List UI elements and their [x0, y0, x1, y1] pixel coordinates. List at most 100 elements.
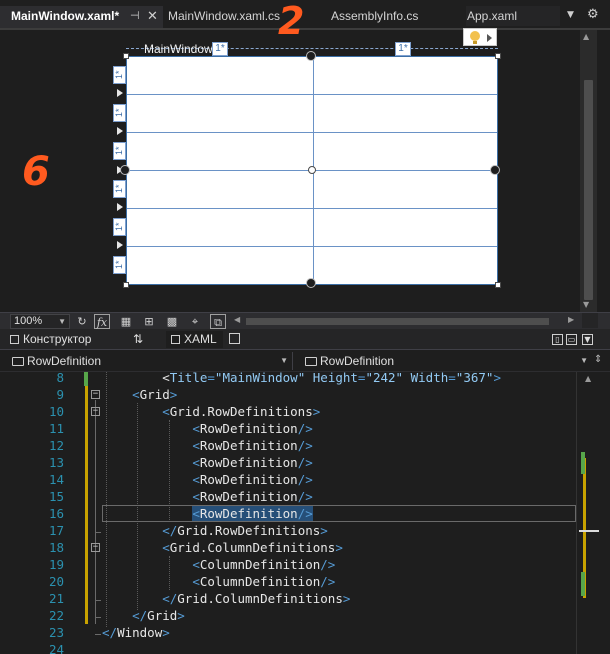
tab-assemblyinfo-cs[interactable]: AssemblyInfo.cs [331, 6, 418, 26]
code-vertical-scrollbar[interactable]: ▲ [576, 372, 599, 654]
fold-end [95, 634, 101, 635]
designer-horizontal-scrollbar[interactable]: ◀ ▶ [232, 315, 577, 327]
code-token: < [192, 455, 200, 470]
saved-change-marker [84, 372, 88, 386]
resize-handle[interactable] [123, 53, 129, 59]
popout-xaml-icon[interactable] [229, 333, 240, 344]
scroll-thumb[interactable] [246, 318, 549, 325]
code-token: ColumnDefinition [199, 557, 321, 572]
code-token: > [342, 591, 351, 606]
center-handle[interactable] [308, 166, 316, 174]
row-size-1[interactable]: 1* [113, 66, 126, 84]
code-token: RowDefinition [199, 472, 298, 487]
row-size-2[interactable]: 1* [113, 104, 126, 122]
row-marker-icon[interactable] [117, 127, 123, 135]
row-size-5[interactable]: 1* [113, 218, 126, 236]
code-token: < [162, 404, 170, 419]
line-number: 18 [48, 540, 64, 555]
top-anchor-grip-icon[interactable] [306, 51, 316, 61]
xaml-code-editor[interactable]: 8 9 10 11 12 13 14 15 16 17 18 19 20 21 … [0, 372, 610, 654]
gear-icon[interactable]: ⚙ [587, 7, 599, 22]
code-token: /> [297, 506, 313, 521]
code-line-20: <ColumnDefinition/> [102, 573, 335, 590]
code-token: < [192, 574, 200, 589]
collapse-pane-icon[interactable]: ▼ [582, 334, 593, 345]
line-number: 22 [48, 608, 64, 623]
element-icon [305, 357, 317, 366]
line-number: 14 [48, 472, 64, 487]
collapse-icon[interactable]: − [91, 543, 100, 552]
xaml-tab-label: XAML [184, 332, 217, 346]
code-token: "367" [455, 372, 494, 385]
scroll-left-icon[interactable]: ◀ [234, 315, 240, 324]
code-token: < [132, 387, 140, 402]
column-size-2[interactable]: 1* [395, 42, 411, 56]
tab-list-dropdown-icon[interactable]: ▼ [567, 10, 574, 20]
split-editor-icon[interactable]: ⇕ [594, 354, 602, 365]
grid-icon[interactable]: ▦ [118, 314, 134, 329]
scroll-thumb[interactable] [584, 80, 593, 300]
quick-actions-lightbulb-icon[interactable] [463, 28, 497, 46]
resize-handle[interactable] [495, 53, 501, 59]
resize-handle[interactable] [123, 282, 129, 288]
zoom-select[interactable]: 100% ▼ [10, 314, 70, 329]
row-marker-icon[interactable] [117, 241, 123, 249]
scroll-down-icon[interactable]: ▼ [583, 300, 589, 309]
code-token: Width [410, 372, 449, 385]
row-size-3[interactable]: 1* [113, 142, 126, 160]
code-token: < [162, 540, 170, 555]
effects-toggle-button[interactable]: fx [94, 314, 110, 329]
close-icon[interactable]: ✕ [147, 6, 158, 26]
resize-handle[interactable] [495, 282, 501, 288]
code-token: > [177, 608, 185, 623]
left-anchor-grip-icon[interactable] [120, 165, 130, 175]
line-number: 10 [48, 404, 64, 419]
code-line-10: <Grid.RowDefinitions> [102, 403, 320, 420]
line-number: 24 [48, 642, 64, 654]
designer-toolbar: 100% ▼ ↻ fx ▦ ⊞ ▩ ⌖ ⧉ ◀ ▶ [0, 312, 610, 329]
tab-mainwindow-xaml-cs[interactable]: MainWindow.xaml.cs [168, 6, 280, 26]
caret-position-marker [579, 530, 599, 532]
right-anchor-grip-icon[interactable] [490, 165, 500, 175]
refresh-icon[interactable]: ↻ [74, 314, 90, 329]
vertical-split-icon[interactable]: ▯ [552, 334, 563, 345]
code-token: = [207, 372, 215, 385]
column-size-1[interactable]: 1* [212, 42, 228, 56]
grid-row-line [127, 208, 497, 209]
bottom-anchor-grip-icon[interactable] [306, 278, 316, 288]
code-token: /> [320, 557, 336, 572]
swap-panes-icon[interactable]: ⇅ [133, 332, 143, 346]
scroll-up-icon[interactable]: ▲ [583, 32, 589, 41]
snap-points-icon[interactable]: ⌖ [187, 314, 203, 329]
tab-app-xaml[interactable]: App.xaml [466, 6, 560, 26]
line-number: 16 [48, 506, 64, 521]
bulb-shape [470, 31, 480, 41]
grid-row-line [127, 246, 497, 247]
element-member-combo[interactable]: RowDefinition ▼ [292, 352, 592, 370]
pin-icon[interactable]: ⊣ [130, 6, 140, 26]
scrollbar-corner [582, 313, 598, 328]
designer-vertical-scrollbar[interactable]: ▲ ▼ [580, 30, 597, 312]
checkerboard-icon[interactable]: ▩ [164, 314, 180, 329]
scroll-up-icon[interactable]: ▲ [585, 374, 591, 383]
tab-xaml[interactable]: XAML [166, 331, 223, 348]
code-token: RowDefinition [199, 421, 298, 436]
scroll-right-icon[interactable]: ▶ [568, 315, 574, 324]
snap-gridlines-icon[interactable]: ⊞ [141, 314, 157, 329]
row-marker-icon[interactable] [117, 89, 123, 97]
unsaved-change-marker [85, 386, 88, 624]
element-member-value: RowDefinition [320, 354, 395, 368]
device-preview-icon[interactable]: ⧉ [210, 314, 226, 329]
row-size-6[interactable]: 1* [113, 256, 126, 274]
row-marker-icon[interactable] [117, 203, 123, 211]
collapse-icon[interactable]: − [91, 390, 100, 399]
code-token: Grid.RowDefinitions [177, 523, 321, 538]
collapse-icon[interactable]: − [91, 407, 100, 416]
tab-design[interactable]: Конструктор [10, 331, 91, 348]
code-token: > [162, 625, 170, 640]
horizontal-split-icon[interactable]: ▭ [566, 334, 577, 345]
element-type-combo[interactable]: RowDefinition ▼ [0, 352, 292, 370]
tab-mainwindow-xaml[interactable]: MainWindow.xaml* ⊣ ✕ [0, 6, 163, 28]
row-size-4[interactable]: 1* [113, 180, 126, 198]
code-line-16: <RowDefinition/> [102, 505, 313, 522]
